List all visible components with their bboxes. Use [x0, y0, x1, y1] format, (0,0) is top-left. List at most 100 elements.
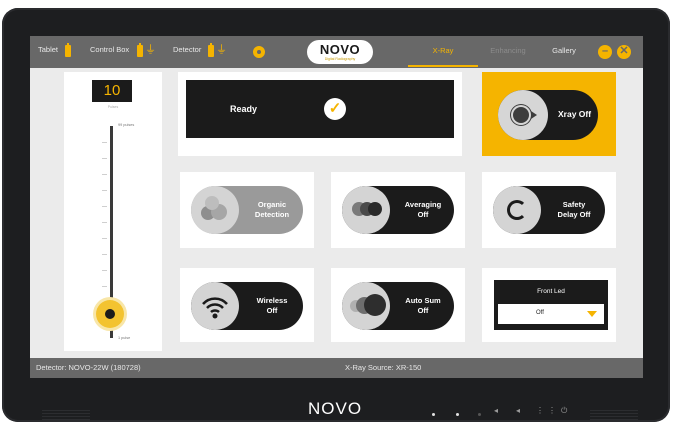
wireless-label-line2: Off	[266, 306, 278, 315]
organic-panel: Organic Detection	[180, 172, 314, 248]
ready-panel: Ready ✓	[178, 72, 462, 156]
detector-plug-icon: ⏚	[216, 44, 227, 56]
slider-tick	[102, 174, 107, 175]
organic-detection-button[interactable]: Organic Detection	[191, 186, 303, 234]
check-icon: ✓	[324, 98, 346, 120]
safety-delay-icon	[507, 200, 527, 220]
logo-text: NOVO	[319, 42, 361, 57]
control-box-status-label: Control Box	[90, 45, 130, 54]
safety-panel: Safety Delay Off	[482, 172, 616, 248]
safety-label-line1: Safety	[562, 200, 586, 209]
organic-label-line2: Detection	[254, 210, 290, 219]
led-indicator	[432, 413, 435, 416]
tablet-battery-icon	[65, 43, 71, 57]
control-box-battery-icon	[137, 43, 143, 57]
menu-icon[interactable]: ⋮	[548, 406, 556, 415]
close-button[interactable]: ✕	[617, 45, 631, 59]
detector-info: Detector: NOVO-22W (180728)	[36, 363, 141, 372]
safety-delay-button[interactable]: Safety Delay Off	[493, 186, 605, 234]
volume-down-icon[interactable]: ◂	[494, 406, 498, 415]
wireless-icon-circle	[191, 282, 239, 330]
xray-beam-icon	[531, 111, 537, 119]
pulses-value-display: 10	[92, 80, 132, 102]
logo-subtitle: Digital Radiography	[324, 57, 356, 61]
slider-tick	[102, 286, 107, 287]
slider-min-label: 1 pulse	[118, 336, 131, 340]
wireless-label-line1: Wireless	[256, 296, 288, 305]
settings-gear-icon[interactable]	[253, 46, 265, 58]
wireless-button[interactable]: Wireless Off	[191, 282, 303, 330]
autosum-label: Auto Sum Off	[394, 282, 452, 330]
slider-tick	[102, 270, 107, 271]
detector-battery-icon	[208, 43, 214, 57]
autosum-icon-circle	[342, 282, 390, 330]
power-icon[interactable]: ⏻	[561, 406, 567, 416]
top-bar: Tablet Control Box ⏚ Detector ⏚ NOVO Dig…	[30, 36, 643, 68]
organic-label: Organic Detection	[243, 186, 301, 234]
xray-source-info: X-Ray Source: XR-150	[345, 363, 422, 372]
xray-emitter-icon	[513, 107, 529, 123]
led-indicator	[478, 413, 481, 416]
device-brand-logo: NOVO	[308, 399, 363, 418]
organic-label-line1: Organic	[257, 200, 287, 209]
slider-tick	[102, 238, 107, 239]
averaging-button[interactable]: Averaging Off	[342, 186, 454, 234]
front-led-panel: Front Led Off	[482, 268, 616, 342]
safety-icon-circle	[493, 186, 541, 234]
slider-tick	[102, 206, 107, 207]
status-bar: Detector: NOVO-22W (180728) X-Ray Source…	[30, 358, 643, 378]
wifi-icon	[202, 297, 228, 319]
tab-enhancing[interactable]: Enhancing	[478, 46, 538, 55]
xray-icon-circle	[498, 90, 548, 140]
slider-tick	[102, 158, 107, 159]
minimize-button[interactable]: –	[598, 45, 612, 59]
averaging-panel: Averaging Off	[331, 172, 465, 248]
xray-label: Xray Off	[558, 109, 592, 119]
autosum-panel: Auto Sum Off	[331, 268, 465, 342]
led-indicator	[456, 413, 459, 416]
averaging-icon-circle	[342, 186, 390, 234]
pulses-panel: 10 Pulses 99 pulses 1 pulse	[64, 72, 162, 351]
detector-status-label: Detector	[173, 45, 202, 54]
organic-icon-circle	[191, 186, 239, 234]
slider-tick	[102, 142, 107, 143]
ready-status-bar: Ready ✓	[186, 80, 454, 138]
averaging-label: Averaging Off	[394, 186, 452, 234]
tab-xray-underline	[408, 65, 478, 67]
slider-max-label: 99 pulses	[118, 123, 135, 127]
safety-label-line2: Delay Off	[557, 210, 591, 219]
speaker-grille-right	[590, 410, 638, 420]
front-led-value: Off	[536, 310, 544, 316]
wireless-panel: Wireless Off	[180, 268, 314, 342]
slider-tick	[102, 222, 107, 223]
menu-icon[interactable]: ⋮	[536, 406, 544, 415]
tab-gallery[interactable]: Gallery	[538, 46, 590, 55]
xray-panel: Xray Off	[482, 72, 616, 156]
autosum-icon	[364, 294, 386, 316]
wireless-label: Wireless Off	[243, 282, 301, 330]
averaging-label-line1: Averaging	[404, 200, 442, 209]
speaker-grille-left	[42, 410, 90, 420]
averaging-label-line2: Off	[417, 210, 429, 219]
organic-blob-icon	[205, 196, 219, 210]
xray-toggle-button[interactable]: Xray Off	[498, 90, 598, 140]
slider-tick	[102, 254, 107, 255]
pulses-caption: Pulses	[107, 105, 119, 109]
autosum-label-line2: Off	[417, 306, 429, 315]
averaging-icon	[368, 202, 382, 216]
front-led-title: Front Led	[537, 288, 565, 295]
front-led-box: Front Led Off	[494, 280, 608, 330]
chevron-down-icon	[587, 311, 597, 317]
slider-tick	[102, 190, 107, 191]
volume-icon[interactable]: ◂	[516, 406, 520, 415]
tablet-status-label: Tablet	[38, 45, 59, 54]
ready-label: Ready	[230, 104, 258, 114]
auto-sum-button[interactable]: Auto Sum Off	[342, 282, 454, 330]
control-box-plug-icon: ⏚	[145, 44, 156, 56]
novo-logo: NOVO Digital Radiography	[307, 40, 373, 64]
pulses-slider-knob-timer-icon[interactable]	[96, 300, 124, 328]
tab-xray[interactable]: X-Ray	[408, 46, 478, 55]
autosum-label-line1: Auto Sum	[405, 296, 441, 305]
safety-label: Safety Delay Off	[545, 186, 603, 234]
front-led-select[interactable]: Off	[498, 304, 604, 324]
